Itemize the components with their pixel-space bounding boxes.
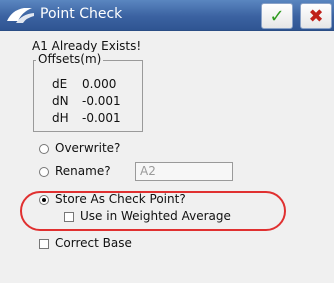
cancel-button[interactable]: ✖ <box>300 3 332 29</box>
dn-label: dN <box>52 94 69 108</box>
offsets-legend: Offsets(m) <box>36 52 104 66</box>
window-title: Point Check <box>40 6 123 22</box>
overwrite-label[interactable]: Overwrite? <box>55 141 120 155</box>
check-icon: ✓ <box>269 5 285 27</box>
dh-value: -0.001 <box>82 111 121 125</box>
title-bar: Point Check ✓ ✖ <box>0 0 334 31</box>
exists-message: A1 Already Exists! <box>32 39 142 53</box>
dn-value: -0.001 <box>82 94 121 108</box>
rename-radio[interactable] <box>39 167 49 177</box>
de-value: 0.000 <box>82 77 117 91</box>
close-icon: ✖ <box>308 5 324 27</box>
app-logo-icon <box>7 8 34 23</box>
overwrite-radio[interactable] <box>39 144 49 154</box>
rename-input[interactable]: A2 <box>135 162 233 181</box>
annotation-highlight <box>20 191 286 231</box>
rename-label[interactable]: Rename? <box>55 164 111 178</box>
correct-base-checkbox[interactable] <box>39 239 49 249</box>
de-label: dE <box>52 77 68 91</box>
dh-label: dH <box>52 111 69 125</box>
correct-base-label[interactable]: Correct Base <box>55 236 132 250</box>
ok-button[interactable]: ✓ <box>261 3 293 29</box>
